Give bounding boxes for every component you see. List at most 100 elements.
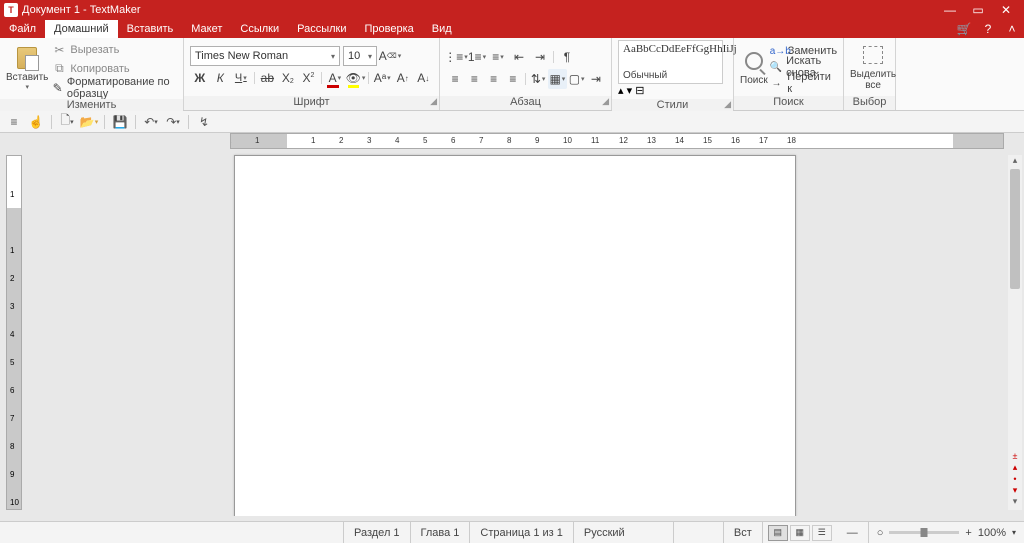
- font-size-select[interactable]: 10▾: [343, 46, 377, 66]
- clear-format-button[interactable]: A⌫▾: [380, 46, 400, 66]
- page[interactable]: [234, 155, 796, 516]
- help-icon[interactable]: ?: [976, 20, 1000, 38]
- style-up[interactable]: ▴: [618, 85, 624, 97]
- select-all-button[interactable]: Выделить все: [850, 43, 896, 91]
- paste-button[interactable]: Вставить ▾: [6, 46, 48, 91]
- numbering-button[interactable]: 1≡▾: [467, 47, 487, 67]
- align-right-button[interactable]: ≡: [485, 69, 503, 89]
- goto-button[interactable]: →Перейти к: [770, 75, 837, 91]
- zoom-out-button[interactable]: ○: [877, 527, 884, 539]
- underline-button[interactable]: Ч▾: [231, 68, 251, 88]
- zoom-in-button[interactable]: +: [965, 527, 971, 539]
- status-chapter[interactable]: Глава 1: [411, 522, 471, 543]
- multilevel-button[interactable]: ≡▾: [488, 47, 508, 67]
- marker-dot-icon[interactable]: •: [1008, 474, 1022, 484]
- cut-button[interactable]: Вырезать: [52, 40, 177, 59]
- find-button[interactable]: Поиск: [740, 49, 768, 86]
- align-center-button[interactable]: ≡: [465, 69, 483, 89]
- strike-button[interactable]: ab: [258, 68, 278, 88]
- zoom-value[interactable]: 100%: [978, 527, 1006, 539]
- dialog-launcher[interactable]: ◢: [430, 96, 437, 107]
- pointer-button[interactable]: ↯: [194, 113, 214, 131]
- ruler-tick: 5: [423, 136, 427, 145]
- qat-touch-icon[interactable]: ☝: [26, 113, 46, 131]
- dec-indent-button[interactable]: ⇤: [509, 47, 529, 67]
- subscript-button[interactable]: X2: [278, 68, 298, 88]
- align-left-button[interactable]: ≡: [446, 69, 464, 89]
- shrink-font-button[interactable]: A↓: [413, 68, 433, 88]
- status-position: [0, 522, 344, 543]
- marker-red-icon[interactable]: ±: [1008, 451, 1022, 461]
- horizontal-ruler[interactable]: 21123456789101112131415161718: [230, 133, 1004, 149]
- bullets-button[interactable]: ⋮≡▾: [446, 47, 466, 67]
- close-button[interactable]: ✕: [992, 0, 1020, 20]
- menu-layout[interactable]: Макет: [182, 20, 231, 38]
- status-extra[interactable]: —: [837, 522, 869, 543]
- inc-indent-button[interactable]: ⇥: [530, 47, 550, 67]
- status-language[interactable]: Русский: [574, 522, 674, 543]
- ribbon: Вставить ▾ Вырезать Копировать Форматиро…: [0, 38, 1024, 111]
- menu-links[interactable]: Ссылки: [231, 20, 288, 38]
- zoom-dropdown-icon[interactable]: ▾: [1012, 528, 1016, 537]
- status-insert[interactable]: Вст: [724, 522, 763, 543]
- italic-button[interactable]: К: [211, 68, 231, 88]
- menu-file[interactable]: Файл: [0, 20, 45, 38]
- dialog-launcher[interactable]: ◢: [602, 96, 609, 107]
- view-normal-button[interactable]: ▤: [768, 525, 788, 541]
- ruler-tick: 3: [10, 302, 14, 311]
- collapse-ribbon-icon[interactable]: ˄: [1000, 20, 1024, 38]
- open-button[interactable]: 📂▾: [79, 113, 99, 131]
- scroll-up-icon[interactable]: ▴: [1008, 155, 1022, 169]
- minimize-button[interactable]: —: [936, 0, 964, 20]
- ruler-tick: 10: [563, 136, 572, 145]
- status-page[interactable]: Страница 1 из 1: [470, 522, 573, 543]
- grow-font-button[interactable]: A↑: [393, 68, 413, 88]
- superscript-button[interactable]: X2: [299, 68, 319, 88]
- status-section[interactable]: Раздел 1: [344, 522, 411, 543]
- menu-review[interactable]: Проверка: [356, 20, 423, 38]
- style-down[interactable]: ▾: [627, 85, 633, 97]
- status-bar: Раздел 1 Глава 1 Страница 1 из 1 Русский…: [0, 521, 1024, 543]
- dialog-launcher[interactable]: ◢: [724, 99, 731, 110]
- view-master-button[interactable]: ▦: [790, 525, 810, 541]
- cart-icon[interactable]: 🛒: [952, 20, 976, 38]
- show-marks-button[interactable]: ¶: [557, 47, 577, 67]
- menu-view[interactable]: Вид: [423, 20, 461, 38]
- vertical-ruler[interactable]: 112345678910: [6, 155, 22, 510]
- ruler-tick: 4: [10, 330, 14, 339]
- qat-menu-icon[interactable]: ≡: [4, 113, 24, 131]
- view-outline-button[interactable]: ☰: [812, 525, 832, 541]
- style-more[interactable]: ⊟: [635, 85, 644, 97]
- justify-button[interactable]: ≡: [504, 69, 522, 89]
- menu-mailings[interactable]: Рассылки: [288, 20, 355, 38]
- marker-up-icon[interactable]: ▴: [1008, 462, 1022, 473]
- document-title: Документ 1 - TextMaker: [22, 4, 140, 16]
- save-button[interactable]: 💾: [110, 113, 130, 131]
- font-name-select[interactable]: Times New Roman▾: [190, 46, 340, 66]
- case-button[interactable]: Aᵃ▾: [372, 68, 392, 88]
- redo-button[interactable]: ↷▾: [163, 113, 183, 131]
- marker-down-icon[interactable]: ▾: [1008, 485, 1022, 496]
- scroll-down-icon[interactable]: ▾: [1008, 496, 1022, 510]
- shading-button[interactable]: ▦▾: [548, 69, 566, 89]
- undo-button[interactable]: ↶▾: [141, 113, 161, 131]
- scroll-thumb[interactable]: [1010, 169, 1020, 289]
- ruler-tick: 4: [395, 136, 399, 145]
- format-painter-button[interactable]: Форматирование по образцу: [52, 78, 177, 97]
- ruler-tick: 5: [10, 358, 14, 367]
- group-select: Выделить все Выбор: [844, 38, 896, 110]
- font-color-button[interactable]: A▾: [325, 68, 345, 88]
- ruler-tick: 11: [591, 136, 599, 145]
- menu-insert[interactable]: Вставить: [118, 20, 183, 38]
- borders-button[interactable]: ▢▾: [568, 69, 586, 89]
- ruler-tick: 10: [10, 498, 19, 507]
- tabs-button[interactable]: ⇥: [587, 69, 605, 89]
- line-spacing-button[interactable]: ⇅▾: [529, 69, 547, 89]
- style-normal[interactable]: AaBbCcDdEeFfGgHhIiJj Обычный: [618, 40, 723, 84]
- menu-home[interactable]: Домашний: [45, 20, 118, 38]
- bold-button[interactable]: Ж: [190, 68, 210, 88]
- zoom-slider[interactable]: [889, 531, 959, 534]
- new-doc-button[interactable]: 🗋▾: [57, 113, 77, 131]
- maximize-button[interactable]: ▭: [964, 0, 992, 20]
- highlight-button[interactable]: 👁▾: [346, 68, 366, 88]
